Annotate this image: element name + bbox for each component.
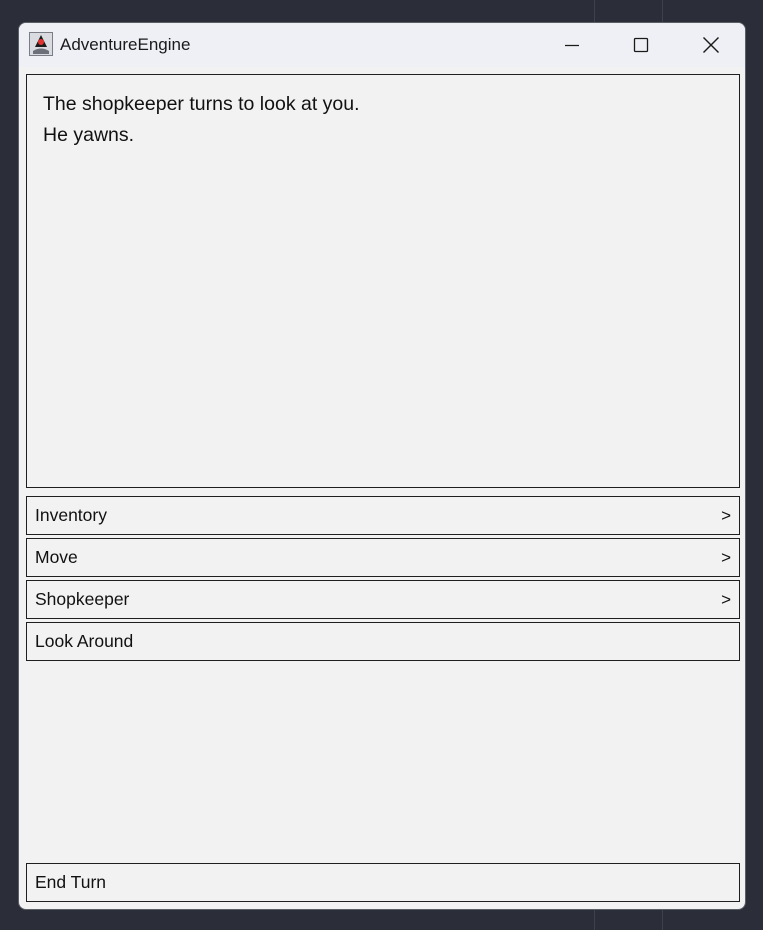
submenu-arrow-icon: > (721, 505, 731, 525)
move-button[interactable]: Move > (26, 538, 740, 577)
end-turn-label: End Turn (35, 872, 107, 892)
window-title: AdventureEngine (60, 35, 191, 54)
look-around-button[interactable]: Look Around (26, 622, 740, 661)
minimize-icon (565, 44, 579, 47)
story-log: The shopkeeper turns to look at you. He … (26, 74, 740, 488)
java-duke-icon (29, 32, 53, 56)
log-line: The shopkeeper turns to look at you. (43, 93, 360, 115)
close-icon (703, 37, 719, 53)
log-line: He yawns. (43, 124, 135, 146)
inventory-button[interactable]: Inventory > (26, 496, 740, 535)
maximize-button[interactable] (618, 23, 664, 67)
shopkeeper-button[interactable]: Shopkeeper > (26, 580, 740, 619)
end-turn-button[interactable]: End Turn (26, 863, 740, 902)
inventory-label: Inventory (35, 505, 107, 525)
minimize-button[interactable] (549, 23, 595, 67)
app-window: AdventureEngine The shopkeeper turns to … (18, 22, 746, 910)
close-button[interactable] (688, 23, 734, 67)
shopkeeper-label: Shopkeeper (35, 589, 130, 609)
submenu-arrow-icon: > (721, 547, 731, 567)
submenu-arrow-icon: > (721, 589, 731, 609)
maximize-icon (633, 37, 649, 53)
title-bar[interactable]: AdventureEngine (19, 23, 745, 67)
look-around-label: Look Around (35, 631, 134, 651)
move-label: Move (35, 547, 78, 567)
